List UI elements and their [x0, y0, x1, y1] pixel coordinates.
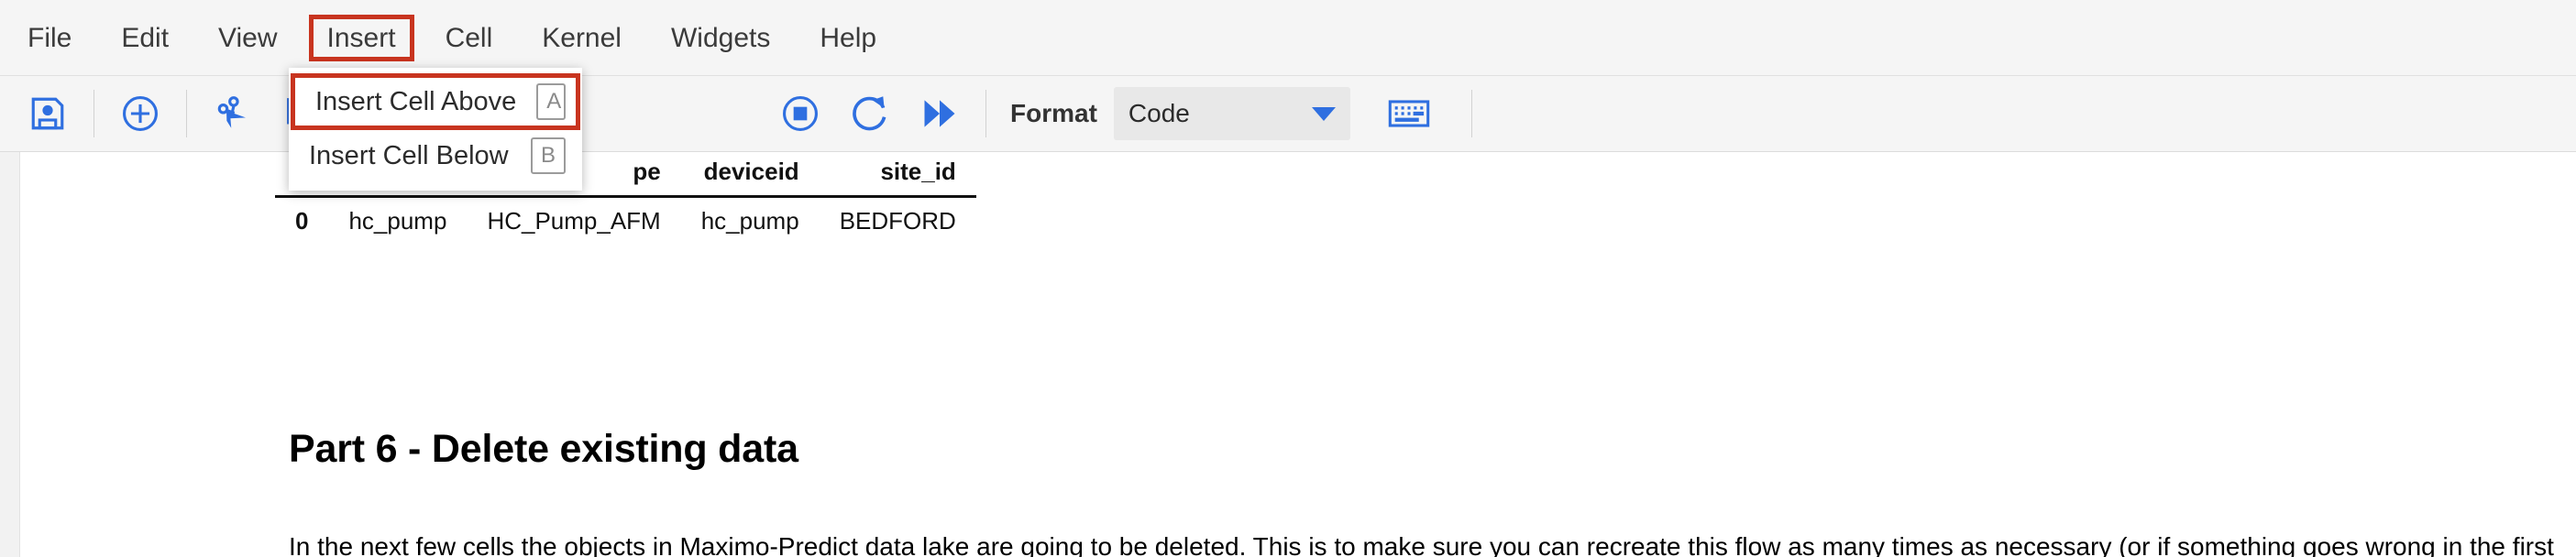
format-select-value: Code	[1128, 99, 1190, 127]
menu-item-widgets[interactable]: Widgets	[653, 15, 788, 61]
table-cell: BEDFORD	[839, 207, 956, 235]
format-label: Format	[1010, 99, 1097, 127]
keyboard-icon[interactable]	[1382, 86, 1437, 141]
restart-icon[interactable]	[842, 86, 897, 141]
add-cell-icon[interactable]	[113, 86, 168, 141]
format-select[interactable]: Code	[1113, 87, 1350, 140]
menu-item-label: File	[28, 22, 72, 53]
menu-item-help[interactable]: Help	[801, 15, 895, 61]
run-all-icon[interactable]	[912, 86, 967, 141]
menu-item-edit[interactable]: Edit	[103, 15, 187, 61]
menu-item-file[interactable]: File	[9, 15, 90, 61]
menu-option-insert-cell-below[interactable]: Insert Cell Below B	[289, 130, 582, 181]
menu-bar: File Edit View Insert Cell Kernel Widget…	[0, 0, 2576, 76]
save-icon[interactable]	[20, 86, 75, 141]
toolbar-divider	[1470, 90, 1472, 137]
menu-item-insert[interactable]: Insert	[308, 14, 414, 61]
toolbar-divider	[186, 90, 187, 137]
page-title: Part 6 - Delete existing data	[289, 427, 798, 471]
table-row: 0 hc_pump HC_Pump_AFM hc_pump BEDFORD	[275, 197, 976, 246]
notebook-body: type pe deviceid site_id 0 hc_pump HC_Pu…	[0, 152, 2576, 557]
markdown-paragraph-1: In the next few cells the objects in Max…	[289, 532, 2554, 557]
cut-icon[interactable]	[205, 86, 260, 141]
menu-item-label: View	[218, 22, 278, 53]
menu-item-label: Help	[820, 22, 877, 53]
table-cell: HC_Pump_AFM	[487, 207, 661, 235]
insert-menu-dropdown: Insert Cell Above A Insert Cell Below B	[289, 68, 582, 191]
menu-item-label: Insert	[326, 22, 396, 53]
menu-option-label: Insert Cell Above	[315, 86, 517, 116]
menu-item-label: Kernel	[542, 22, 622, 53]
jupyter-notebook-window: File Edit View Insert Cell Kernel Widget…	[0, 0, 2576, 557]
table-cell: hc_pump	[700, 207, 799, 235]
notebook-gutter	[0, 152, 20, 557]
table-cell: hc_pump	[348, 207, 447, 235]
shortcut-key-badge: A	[536, 83, 567, 120]
menu-option-insert-cell-above[interactable]: Insert Cell Above A	[291, 73, 580, 130]
menu-item-label: Edit	[121, 22, 170, 53]
toolbar-divider	[985, 90, 986, 137]
table-header-cell: site_id	[819, 152, 976, 198]
table-header-cell: deviceid	[680, 152, 820, 198]
menu-item-kernel[interactable]: Kernel	[523, 15, 640, 61]
menu-item-label: Widgets	[670, 22, 771, 53]
menu-item-label: Cell	[445, 22, 493, 53]
stop-icon[interactable]	[773, 86, 828, 141]
menu-option-label: Insert Cell Below	[309, 140, 509, 170]
table-cell-index: 0	[295, 207, 309, 235]
menu-item-cell[interactable]: Cell	[427, 15, 512, 61]
shortcut-key-badge: B	[530, 137, 566, 174]
menu-item-view[interactable]: View	[200, 15, 295, 61]
chevron-down-icon	[1311, 106, 1336, 121]
